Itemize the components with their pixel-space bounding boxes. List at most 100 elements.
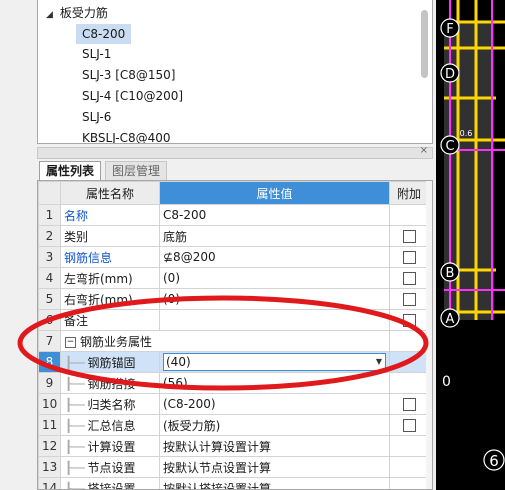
close-icon[interactable]: × bbox=[420, 145, 428, 156]
property-value[interactable]: (C8-200) bbox=[159, 393, 390, 415]
extra-cell bbox=[389, 393, 429, 415]
extra-cell bbox=[389, 456, 429, 478]
dimension-label: 0.6 bbox=[460, 129, 473, 138]
axis-label: F bbox=[446, 22, 453, 37]
property-name-cell: ┠── 钢筋锚固 bbox=[60, 351, 160, 373]
extra-checkbox[interactable] bbox=[402, 314, 416, 327]
tree-item[interactable]: SLJ-1 bbox=[76, 44, 117, 64]
tree-item[interactable]: SLJ-3 [C8@150] bbox=[76, 65, 181, 85]
property-value[interactable]: (56) bbox=[159, 372, 390, 394]
row-number: 13 bbox=[38, 456, 61, 478]
header-corner bbox=[38, 181, 61, 205]
collapse-triangle-icon[interactable]: ◢ bbox=[46, 6, 56, 24]
extra-cell bbox=[389, 267, 429, 289]
anchorage-dropdown[interactable]: (40) ▼ bbox=[163, 353, 386, 371]
property-name: 节点设置 bbox=[87, 460, 136, 475]
tab-properties[interactable]: 属性列表 bbox=[39, 161, 102, 181]
property-value[interactable]: 按默认搭接设置计算 bbox=[159, 477, 390, 489]
table-row[interactable]: 3 钢筋信息 ⊈8@200 bbox=[38, 246, 429, 268]
extra-checkbox[interactable] bbox=[402, 251, 416, 264]
property-name: 钢筋业务属性 bbox=[80, 334, 153, 349]
property-name: 左弯折(mm) bbox=[60, 267, 160, 289]
header-value[interactable]: 属性值 bbox=[159, 181, 390, 205]
grid-scrollbar[interactable] bbox=[426, 181, 432, 489]
extra-cell bbox=[389, 204, 429, 226]
property-value[interactable] bbox=[159, 309, 390, 331]
extra-cell bbox=[389, 477, 429, 489]
extra-cell bbox=[389, 246, 429, 268]
group-label-cell: − 钢筋业务属性 bbox=[60, 330, 390, 352]
cad-drawing: F D C B A 6 0.6 0 bbox=[440, 0, 505, 471]
table-row[interactable]: 5 右弯折(mm) (0) bbox=[38, 288, 429, 310]
table-row[interactable]: 14 ┠── 搭接设置 按默认搭接设置计算 bbox=[38, 477, 429, 489]
table-row[interactable]: 13 ┠── 节点设置 按默认节点设置计算 bbox=[38, 456, 429, 478]
table-row[interactable]: 10 ┠── 归类名称 (C8-200) bbox=[38, 393, 429, 415]
extra-checkbox[interactable] bbox=[402, 230, 416, 243]
property-name: 右弯折(mm) bbox=[60, 288, 160, 310]
tree-item[interactable]: C8-200 bbox=[76, 24, 132, 44]
row-number: 3 bbox=[38, 246, 61, 268]
axis-label: A bbox=[446, 312, 455, 327]
tree-group-slab-rebar[interactable]: ◢ 板受力筋 bbox=[46, 4, 108, 22]
table-row-selected[interactable]: 8 ┠── 钢筋锚固 (40) ▼ bbox=[38, 351, 429, 373]
tree-item[interactable]: SLJ-6 bbox=[76, 107, 117, 127]
property-value[interactable]: (0) bbox=[159, 267, 390, 289]
extra-checkbox[interactable] bbox=[402, 419, 416, 432]
tree-item[interactable]: KBSLJ-C8@400 bbox=[76, 128, 177, 143]
property-name: 钢筋搭接 bbox=[87, 376, 136, 391]
tab-bar: 属性列表 图层管理 bbox=[37, 159, 433, 181]
property-value[interactable]: (0) bbox=[159, 288, 390, 310]
table-row[interactable]: 12 ┠── 计算设置 按默认计算设置计算 bbox=[38, 435, 429, 457]
extra-checkbox[interactable] bbox=[402, 398, 416, 411]
axis-label: 6 bbox=[489, 452, 499, 470]
header-extra[interactable]: 附加 bbox=[389, 181, 429, 205]
table-row[interactable]: 2 类别 底筋 bbox=[38, 225, 429, 247]
tree-item[interactable]: SLJ-4 [C10@200] bbox=[76, 86, 189, 106]
table-row[interactable]: 9 ┠── 钢筋搭接 (56) bbox=[38, 372, 429, 394]
extra-checkbox[interactable] bbox=[402, 293, 416, 306]
property-name: 名称 bbox=[60, 204, 160, 226]
property-name: 钢筋信息 bbox=[60, 246, 160, 268]
component-tree: ◢ 板受力筋 C8-200 SLJ-1 SLJ-3 [C8@150] SLJ-4… bbox=[37, 0, 433, 144]
property-name-cell: ┠── 搭接设置 bbox=[60, 477, 160, 489]
row-number: 5 bbox=[38, 288, 61, 310]
property-value[interactable]: C8-200 bbox=[159, 204, 390, 226]
collapse-box-icon[interactable]: − bbox=[65, 336, 76, 348]
table-row[interactable]: 6 备注 bbox=[38, 309, 429, 331]
property-name-cell: ┠── 节点设置 bbox=[60, 456, 160, 478]
row-number: 10 bbox=[38, 393, 61, 415]
extra-checkbox[interactable] bbox=[402, 272, 416, 285]
row-number: 11 bbox=[38, 414, 61, 436]
table-row[interactable]: 1 名称 C8-200 bbox=[38, 204, 429, 226]
header-name[interactable]: 属性名称 bbox=[60, 181, 160, 205]
table-row-group[interactable]: 7 − 钢筋业务属性 bbox=[38, 330, 429, 352]
row-number: 8 bbox=[38, 351, 61, 373]
table-row[interactable]: 11 ┠── 汇总信息 (板受力筋) bbox=[38, 414, 429, 436]
axis-label: B bbox=[446, 266, 455, 281]
property-name-cell: ┠── 计算设置 bbox=[60, 435, 160, 457]
axis-label: C bbox=[445, 139, 454, 154]
property-value[interactable]: (板受力筋) bbox=[159, 414, 390, 436]
panel-splitter[interactable]: × bbox=[37, 145, 433, 159]
chevron-down-icon[interactable]: ▼ bbox=[376, 354, 382, 370]
property-value[interactable]: 底筋 bbox=[159, 225, 390, 247]
property-value-cell: (40) ▼ bbox=[159, 351, 390, 373]
property-name: 汇总信息 bbox=[87, 418, 136, 433]
tree-scrollbar[interactable] bbox=[421, 10, 428, 78]
extra-cell bbox=[389, 309, 429, 331]
grid-header-row: 属性名称 属性值 附加 bbox=[38, 181, 429, 205]
tab-layers[interactable]: 图层管理 bbox=[105, 161, 168, 181]
property-name: 钢筋锚固 bbox=[87, 355, 136, 370]
cad-canvas[interactable]: F D C B A 6 0.6 0 bbox=[436, 0, 505, 490]
row-number: 7 bbox=[38, 330, 61, 352]
table-row[interactable]: 4 左弯折(mm) (0) bbox=[38, 267, 429, 289]
extra-cell bbox=[389, 288, 429, 310]
property-value[interactable]: 按默认计算设置计算 bbox=[159, 435, 390, 457]
property-value[interactable]: ⊈8@200 bbox=[159, 246, 390, 268]
property-value[interactable]: 按默认节点设置计算 bbox=[159, 456, 390, 478]
row-number: 1 bbox=[38, 204, 61, 226]
extra-cell bbox=[389, 351, 429, 373]
property-name: 备注 bbox=[60, 309, 160, 331]
property-name: 计算设置 bbox=[87, 439, 136, 454]
property-name-cell: ┠── 钢筋搭接 bbox=[60, 372, 160, 394]
